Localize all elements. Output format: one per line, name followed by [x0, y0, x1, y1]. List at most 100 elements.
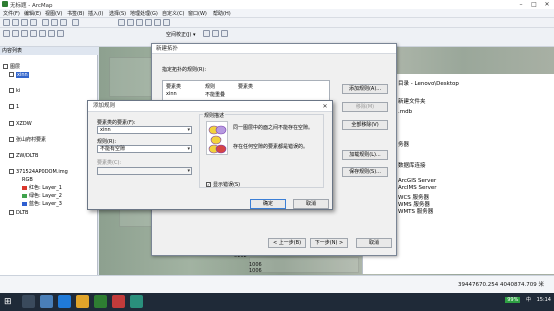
table-icon[interactable]: [127, 19, 134, 26]
search-icon[interactable]: [22, 295, 35, 308]
show-errors-checkbox[interactable]: ✓: [206, 182, 211, 187]
toc-item-ki[interactable]: ki: [0, 87, 98, 95]
battery-indicator[interactable]: 99%: [505, 297, 521, 303]
load-rules-button[interactable]: 加载规则(L)...: [342, 150, 388, 160]
full-extent-icon[interactable]: [30, 30, 37, 37]
menu-windows[interactable]: 窗口(W): [188, 10, 207, 17]
measure-icon[interactable]: [57, 30, 64, 37]
table-cell[interactable]: xinn: [166, 91, 177, 97]
maximize-button[interactable]: □: [527, 0, 541, 9]
browser-icon[interactable]: [58, 295, 71, 308]
clock[interactable]: 15:14: [537, 297, 551, 303]
menu-bookmarks[interactable]: 书签(B): [67, 10, 84, 17]
toc-item-xzdw[interactable]: XZDW: [0, 120, 98, 128]
windows-start-icon[interactable]: ⊞: [4, 297, 14, 307]
dialog-close-button[interactable]: ✕: [318, 102, 332, 111]
layer-visibility-checkbox[interactable]: [9, 153, 14, 158]
identify-icon[interactable]: [48, 30, 55, 37]
toc-item-1[interactable]: 1: [0, 103, 98, 111]
menu-geoprocessing[interactable]: 地理处理(G): [130, 10, 158, 17]
task-view-icon[interactable]: [40, 295, 53, 308]
toc-item-dltb[interactable]: DLTB: [0, 209, 98, 217]
zoom-in-icon[interactable]: [3, 30, 10, 37]
print-icon[interactable]: [30, 19, 37, 26]
menu-help[interactable]: 帮助(H): [213, 10, 231, 17]
copy-icon[interactable]: [51, 19, 58, 26]
toc-item-village[interactable]: 张山府村要素: [0, 136, 98, 144]
toc-item-dom[interactable]: 371524AP0DOM.img: [0, 168, 98, 176]
catalog-item[interactable]: 务器: [398, 140, 409, 148]
catalog-item[interactable]: 目录 - Lenovo\Desktop: [398, 79, 459, 87]
open-icon[interactable]: [12, 19, 19, 26]
feature-class-label: 要素类的要素(F):: [97, 120, 136, 126]
back-button[interactable]: < 上一步(B): [268, 238, 306, 248]
save-rules-button[interactable]: 保存规则(S)...: [342, 167, 388, 177]
catalog-item[interactable]: ArcIMS Server: [398, 185, 437, 191]
catalog-item[interactable]: WMTS 服务器: [398, 207, 433, 215]
menu-view[interactable]: 视图(V): [45, 10, 62, 17]
cut-icon[interactable]: [42, 19, 49, 26]
ok-button[interactable]: 确定: [250, 199, 286, 209]
catalog-item[interactable]: .mdb: [398, 109, 412, 115]
menu-insert[interactable]: 插入(I): [88, 10, 103, 17]
pan-icon[interactable]: [21, 30, 28, 37]
show-errors-option[interactable]: ✓ 显示错误(S): [206, 181, 240, 188]
layer-visibility-checkbox[interactable]: [9, 88, 14, 93]
add-data-icon[interactable]: [72, 19, 79, 26]
toc-item-layers[interactable]: 图层: [0, 63, 98, 71]
menu-file[interactable]: 文件(F): [3, 10, 20, 17]
toc-item-xinn[interactable]: xinn: [0, 71, 98, 79]
layer-visibility-checkbox[interactable]: [9, 72, 14, 77]
toc-item-zwdltb[interactable]: ZW/DLTB: [0, 152, 98, 160]
paste-icon[interactable]: [60, 19, 67, 26]
map-label: 1006: [249, 268, 262, 274]
new-icon[interactable]: [3, 19, 10, 26]
search-icon[interactable]: [145, 19, 152, 26]
cancel-button[interactable]: 取消: [293, 199, 329, 209]
spatial-correction-menu[interactable]: 空间校正(J) ▾: [166, 31, 195, 38]
toolbox-icon[interactable]: [154, 19, 161, 26]
save-icon[interactable]: [21, 19, 28, 26]
close-button[interactable]: ✕: [540, 0, 554, 9]
python-icon[interactable]: [163, 19, 170, 26]
catalog-item[interactable]: 新建文件夹: [398, 97, 426, 105]
column-header: 要素类: [166, 84, 182, 90]
catalog-icon[interactable]: [136, 19, 143, 26]
select-features-icon[interactable]: [39, 30, 46, 37]
red-band-swatch: [22, 185, 27, 190]
file-explorer-icon[interactable]: [76, 295, 89, 308]
minimize-button[interactable]: –: [514, 0, 528, 9]
toc-item-rgb: RGB: [22, 177, 33, 183]
link-table-icon[interactable]: [221, 30, 228, 37]
zoom-out-icon[interactable]: [12, 30, 19, 37]
link-icon[interactable]: [212, 30, 219, 37]
catalog-item[interactable]: ArcGIS Server: [398, 178, 436, 184]
layer-visibility-checkbox[interactable]: [9, 104, 14, 109]
editor-icon[interactable]: [118, 19, 125, 26]
layer-visibility-checkbox[interactable]: [9, 137, 14, 142]
remove-button[interactable]: 移除(M): [342, 102, 388, 112]
green-band-swatch: [22, 193, 27, 198]
spatial-adjust-icon[interactable]: [203, 30, 210, 37]
catalog-item[interactable]: 数据库连接: [398, 161, 426, 169]
menu-customize[interactable]: 自定义(C): [162, 10, 184, 17]
app-taskbar-icon[interactable]: [112, 295, 125, 308]
add-rule-button[interactable]: 添加规则(A)...: [342, 84, 388, 94]
rules-prompt: 指定拓扑的规则(R):: [162, 67, 207, 73]
chevron-down-icon: ▾: [187, 146, 190, 152]
layer-visibility-checkbox[interactable]: [9, 210, 14, 215]
menu-selection[interactable]: 选择(S): [109, 10, 126, 17]
table-cell[interactable]: 不能重叠: [205, 91, 225, 98]
rule-select[interactable]: 不能有空隙 ▾: [97, 145, 192, 153]
wechat-icon[interactable]: [130, 295, 143, 308]
next-button[interactable]: 下一步(N) >: [310, 238, 348, 248]
remove-all-button[interactable]: 全部移除(V): [342, 120, 388, 130]
wizard-cancel-button[interactable]: 取消: [356, 238, 392, 248]
arcmap-taskbar-icon[interactable]: [94, 295, 107, 308]
menu-edit[interactable]: 编辑(E): [24, 10, 41, 17]
target-class-select[interactable]: ▾: [97, 167, 192, 175]
input-language[interactable]: 中: [526, 297, 531, 303]
layer-visibility-checkbox[interactable]: [9, 169, 14, 174]
layer-visibility-checkbox[interactable]: [9, 121, 14, 126]
feature-class-select[interactable]: xinn ▾: [97, 126, 192, 134]
